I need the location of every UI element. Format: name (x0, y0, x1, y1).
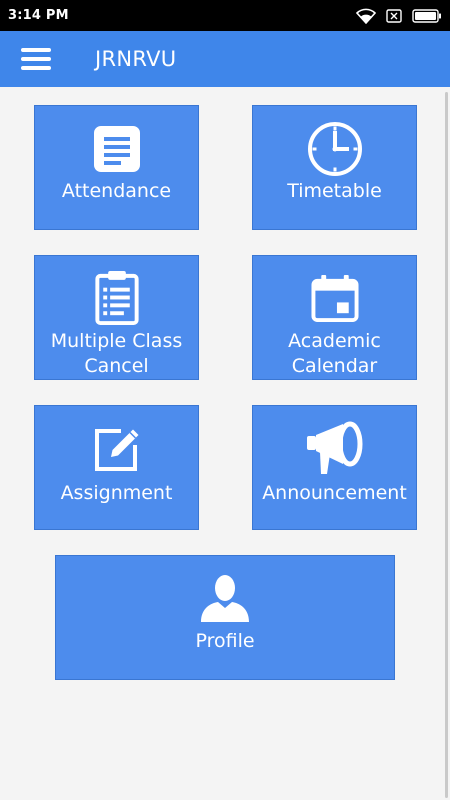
assignment-tile[interactable]: Assignment (34, 405, 199, 530)
announcement-tile[interactable]: Announcement (252, 405, 417, 530)
academic-calendar-label: Academic Calendar (288, 330, 381, 377)
menu-button[interactable] (17, 40, 55, 78)
profile-tile[interactable]: Profile (55, 555, 395, 680)
hamburger-menu-icon (21, 48, 51, 70)
status-bar: 3:14 PM (0, 0, 450, 31)
user-icon (201, 575, 249, 622)
attendance-tile[interactable]: Attendance (34, 105, 199, 230)
battery-icon (412, 8, 441, 23)
attendance-label: Attendance (61, 180, 172, 202)
edit-icon (94, 429, 138, 471)
scrollbar[interactable] (445, 92, 448, 798)
app-title: JRNRVU (95, 47, 177, 71)
megaphone-icon (306, 421, 362, 474)
assignment-label: Assignment (60, 482, 173, 504)
clock-icon (307, 122, 362, 176)
clipboard-icon (94, 270, 139, 325)
sim-off-icon (386, 8, 402, 23)
status-time: 3:14 PM (8, 8, 69, 23)
academic-calendar-tile[interactable]: Academic Calendar (252, 255, 417, 380)
status-icons (356, 8, 442, 24)
calendar-icon (310, 274, 359, 323)
wifi-icon (356, 8, 376, 24)
app-bar: JRNRVU (0, 31, 450, 87)
multiple-class-cancel-label: Multiple Class Cancel (50, 330, 183, 377)
profile-label: Profile (195, 630, 255, 652)
timetable-label: Timetable (287, 180, 382, 202)
multiple-class-cancel-tile[interactable]: Multiple Class Cancel (34, 255, 199, 380)
timetable-tile[interactable]: Timetable (252, 105, 417, 230)
document-icon (93, 126, 140, 172)
announcement-label: Announcement (262, 482, 407, 504)
